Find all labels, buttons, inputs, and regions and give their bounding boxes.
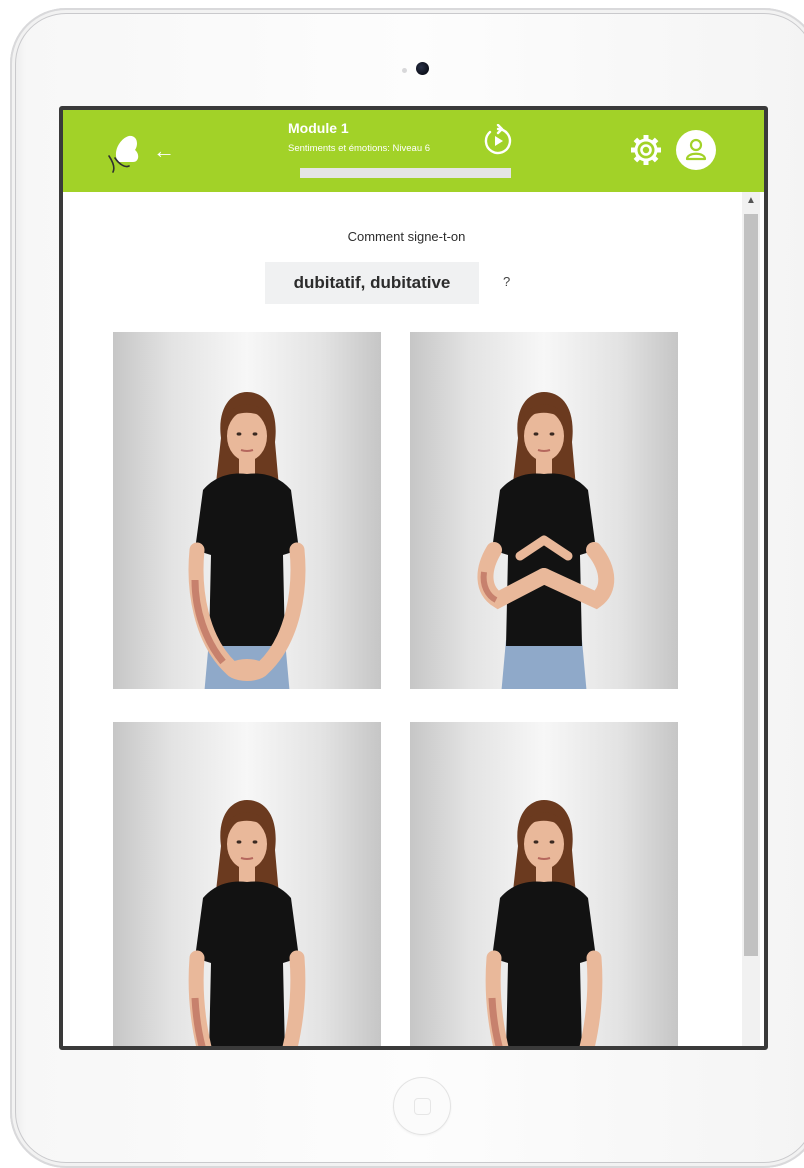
replay-icon[interactable] xyxy=(481,124,515,158)
home-button[interactable] xyxy=(393,1077,451,1135)
user-icon xyxy=(685,138,707,161)
progress-bar xyxy=(287,168,511,178)
signer-photo xyxy=(477,392,615,689)
answer-option-3[interactable] xyxy=(113,722,381,1046)
scroll-thumb[interactable] xyxy=(744,214,758,956)
sensor-dot xyxy=(402,68,407,73)
answer-option-2[interactable] xyxy=(410,332,678,689)
app-screen: ← Module 1 Sentiments et émotions: Nivea… xyxy=(59,106,768,1050)
question-mark: ? xyxy=(503,274,511,289)
back-arrow-icon[interactable]: ← xyxy=(153,140,175,162)
target-word: dubitatif, dubitative xyxy=(265,262,479,304)
scroll-up-arrow-icon[interactable]: ▲ xyxy=(742,192,760,210)
signer-photo xyxy=(188,392,306,689)
app-logo xyxy=(108,135,139,173)
front-camera xyxy=(416,62,429,75)
top-bar: ← Module 1 Sentiments et émotions: Nivea… xyxy=(63,110,764,192)
signer-photo xyxy=(485,800,603,1046)
progress-fill xyxy=(287,168,301,178)
gear-icon[interactable] xyxy=(628,132,664,168)
module-subtitle: Sentiments et émotions: Niveau 6 xyxy=(288,143,431,154)
signer-photo xyxy=(188,800,306,1046)
question-prompt: Comment signe-t-on xyxy=(347,229,466,244)
vertical-scrollbar[interactable]: ▲ xyxy=(742,192,760,1046)
answer-option-4[interactable] xyxy=(410,722,678,1046)
answer-option-1[interactable] xyxy=(113,332,381,689)
profile-button[interactable] xyxy=(676,130,716,170)
module-title: Module 1 xyxy=(288,120,349,136)
